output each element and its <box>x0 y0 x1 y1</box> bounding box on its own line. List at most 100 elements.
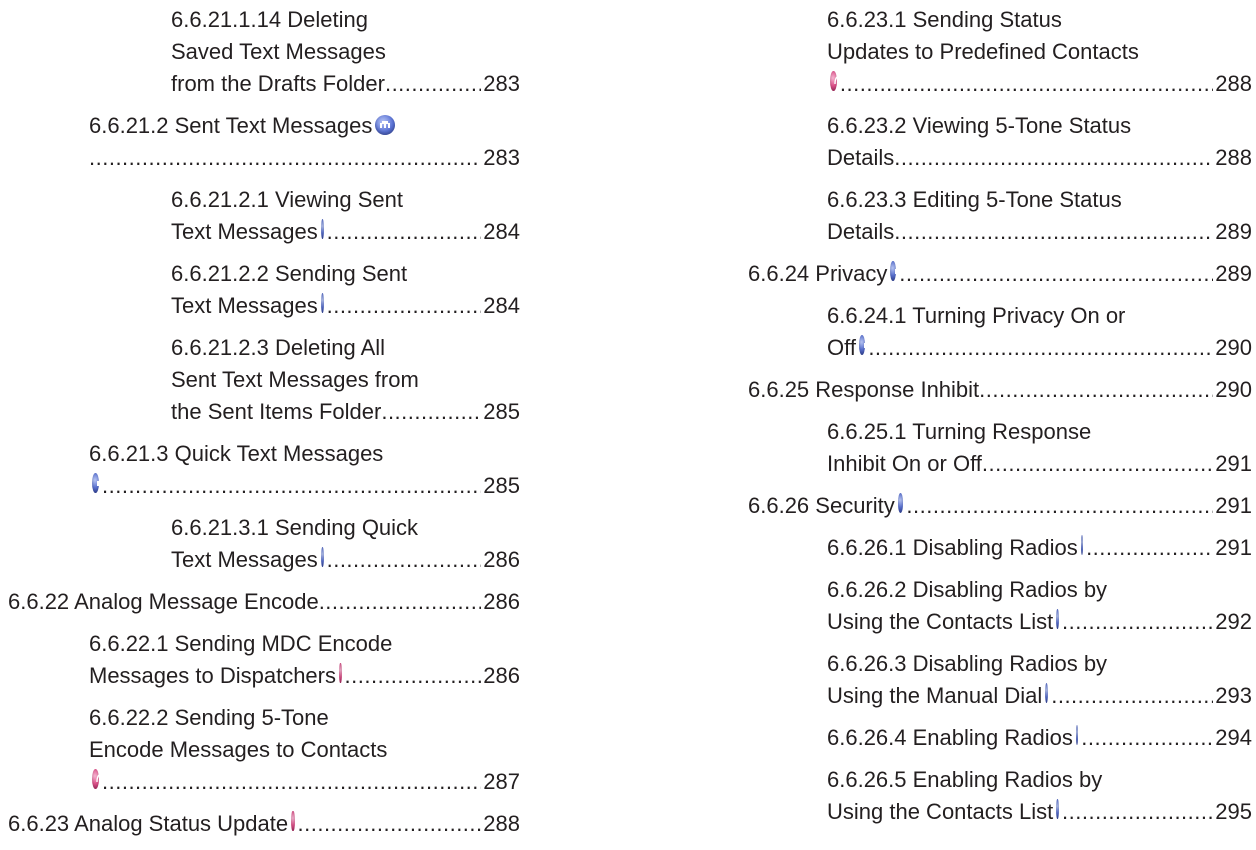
digital-mode-icon <box>1056 609 1072 629</box>
toc-entry[interactable]: 6.6.21.2 Sent Text Messages 283 <box>89 110 520 174</box>
toc-entry[interactable]: 6.6.24 Privacy 289 <box>748 258 1252 290</box>
toc-entry[interactable]: 6.6.23.3 Editing 5-Tone Status Details 289 <box>827 184 1252 248</box>
toc-entry-text: 6.6.25.1 Turning Response <box>827 419 1092 444</box>
dot-leader <box>298 808 482 840</box>
toc-entry-text: 6.6.26.3 Disabling Radios by <box>827 651 1108 676</box>
dot-leader <box>327 544 482 576</box>
toc-entry-text: Details <box>827 219 895 244</box>
toc-entry[interactable]: 6.6.23.1 Sending Status Updates to Predef… <box>827 4 1252 100</box>
toc-entry[interactable]: 6.6.26.4 Enabling Radios 294 <box>827 722 1252 754</box>
page-number: 284 <box>483 219 520 244</box>
toc-entry[interactable]: 6.6.22.1 Sending MDC Encode Messages to D… <box>89 628 520 692</box>
toc-entry-text: 6.6.24.1 Turning Privacy On or <box>827 303 1126 328</box>
page-number: 284 <box>483 293 520 318</box>
toc-entry[interactable]: 6.6.22 Analog Message Encode 286 <box>8 586 520 618</box>
toc-entry[interactable]: 6.6.26 Security 291 <box>748 490 1252 522</box>
toc-entry[interactable]: 6.6.21.3 Quick Text Messages 285 <box>89 438 520 502</box>
toc-entry-text: 6.6.22 Analog Message Encode <box>8 589 319 614</box>
page-number: 290 <box>1215 335 1252 360</box>
page-number: 286 <box>483 663 520 688</box>
toc-entry-text: 6.6.21.3.1 Sending Quick <box>171 515 419 540</box>
toc-entry[interactable]: 6.6.26.3 Disabling Radios by Using the Ma… <box>827 648 1252 712</box>
dot-leader <box>381 396 481 428</box>
toc-entry-text: Text Messages <box>171 293 318 318</box>
toc-entry[interactable]: 6.6.24.1 Turning Privacy On or Off 290 <box>827 300 1252 364</box>
digital-mode-icon <box>897 493 913 513</box>
dot-leader <box>1081 722 1213 754</box>
analog-mode-icon <box>339 663 355 683</box>
toc-entry[interactable]: 6.6.23.2 Viewing 5-Tone Status Details 288 <box>827 110 1252 174</box>
dot-leader <box>906 490 1213 522</box>
toc-entry-text: 6.6.26 Security <box>748 493 895 518</box>
dot-leader <box>327 216 482 248</box>
toc-entry-text: 6.6.26.5 Enabling Radios by <box>827 767 1103 792</box>
page-number: 292 <box>1215 609 1252 634</box>
toc-entry-text: 6.6.21.3 Quick Text Messages <box>89 441 384 466</box>
dot-leader <box>327 290 482 322</box>
page-number: 288 <box>483 811 520 836</box>
page-number: 285 <box>483 399 520 424</box>
digital-mode-icon <box>92 473 107 493</box>
toc-entry-text: 6.6.23.3 Editing 5-Tone Status <box>827 187 1122 212</box>
page-number: 295 <box>1215 799 1252 824</box>
digital-mode-icon <box>890 261 906 281</box>
digital-mode-icon <box>1080 535 1096 555</box>
dot-leader <box>868 332 1213 364</box>
toc-entry-text: 6.6.26.4 Enabling Radios <box>827 725 1073 750</box>
dot-leader <box>102 766 481 798</box>
page-number: 291 <box>1215 451 1252 476</box>
toc-entry[interactable]: 6.6.21.1.14 Deleting Saved Text Messages f… <box>171 4 520 100</box>
toc-entry-text: 6.6.24 Privacy <box>748 261 888 286</box>
page-number: 289 <box>1215 261 1252 286</box>
dot-leader <box>894 216 1213 248</box>
toc-entry[interactable]: 6.6.26.5 Enabling Radios by Using the Con… <box>827 764 1252 828</box>
page-number: 293 <box>1215 683 1252 708</box>
toc-entry[interactable]: 6.6.21.2.2 Sending Sent Text Messages 284 <box>171 258 520 322</box>
toc-entry-text: Using the Contacts List <box>827 799 1054 824</box>
toc-entry[interactable]: 6.6.21.2.1 Viewing Sent Text Messages 284 <box>171 184 520 248</box>
toc-entry[interactable]: 6.6.25.1 Turning Response Inhibit On or O… <box>827 416 1252 480</box>
dot-leader <box>982 448 1213 480</box>
page-number: 288 <box>1215 145 1252 170</box>
digital-mode-icon <box>1075 725 1091 745</box>
toc-entry[interactable]: 6.6.26.1 Disabling Radios 291 <box>827 532 1252 564</box>
toc-entry-text: from the Drafts Folder <box>171 71 385 96</box>
toc-entry-text: the Sent Items Folder <box>171 399 382 424</box>
page-number: 283 <box>483 145 520 170</box>
toc-entry-text: Text Messages <box>171 219 318 244</box>
dot-leader <box>345 660 482 692</box>
toc-entry-text: 6.6.21.2.3 Deleting All <box>171 335 386 360</box>
toc-entry-text: Text Messages <box>171 547 318 572</box>
toc-entry[interactable]: 6.6.23 Analog Status Update 288 <box>8 808 520 840</box>
toc-entry[interactable]: 6.6.22.2 Sending 5-Tone Encode Messages t… <box>89 702 520 798</box>
dot-leader <box>979 374 1213 406</box>
page-number: 287 <box>483 769 520 794</box>
toc-entry[interactable]: 6.6.26.2 Disabling Radios by Using the Co… <box>827 574 1252 638</box>
toc-entry-text: 6.6.25 Response Inhibit <box>748 377 980 402</box>
toc-entry-text: 6.6.23 Analog Status Update <box>8 811 289 836</box>
toc-entry-text: 6.6.21.2 Sent Text Messages <box>89 113 373 138</box>
analog-mode-icon <box>92 769 108 789</box>
toc-entry[interactable]: 6.6.21.3.1 Sending Quick Text Messages 286 <box>171 512 520 576</box>
dot-leader <box>1062 796 1213 828</box>
page-number: 294 <box>1215 725 1252 750</box>
toc-entry-text: Encode Messages to Contacts <box>89 737 388 762</box>
dot-leader <box>385 68 481 100</box>
dot-leader <box>894 142 1213 174</box>
toc-entry[interactable]: 6.6.21.2.3 Deleting All Sent Text Message… <box>171 332 520 428</box>
toc-entry-text: Using the Manual Dial <box>827 683 1043 708</box>
toc-entry-text: 6.6.21.2.1 Viewing Sent <box>171 187 403 212</box>
toc-right-column: 6.6.23.1 Sending Status Updates to Predef… <box>740 4 1252 838</box>
page-number: 289 <box>1215 219 1252 244</box>
page-number: 291 <box>1215 535 1252 560</box>
toc-entry[interactable]: 6.6.25 Response Inhibit 290 <box>748 374 1252 406</box>
toc-entry-text: Details <box>827 145 895 170</box>
page-number: 288 <box>1215 71 1252 96</box>
toc-entry-text: 6.6.22.1 Sending MDC Encode <box>89 631 393 656</box>
toc-entry-text: Using the Contacts List <box>827 609 1054 634</box>
toc-entry-text: Saved Text Messages <box>171 39 386 64</box>
dot-leader <box>1051 680 1213 712</box>
toc-entry-text: 6.6.26.1 Disabling Radios <box>827 535 1078 560</box>
dot-leader <box>89 142 481 174</box>
page-number: 291 <box>1215 493 1252 518</box>
